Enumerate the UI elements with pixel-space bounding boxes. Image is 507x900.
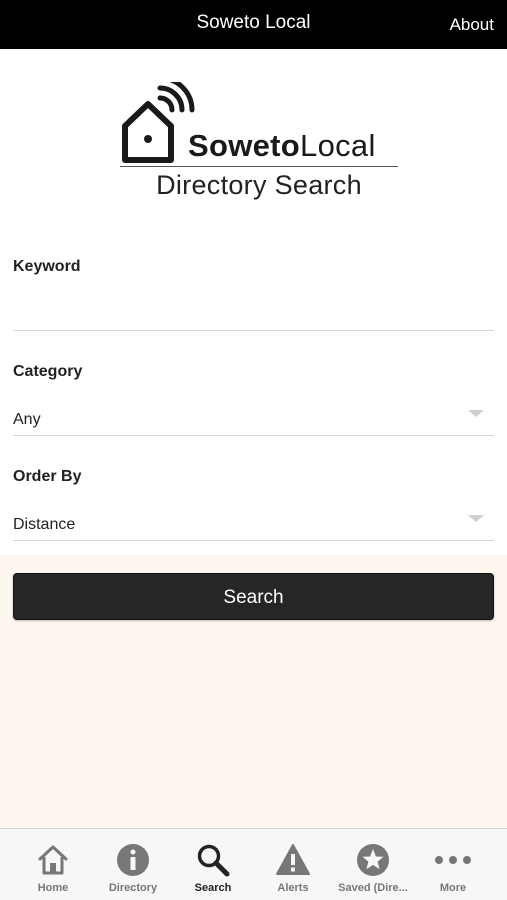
star-icon: [357, 844, 389, 876]
house-wifi-icon: [122, 82, 195, 163]
more-icon: [435, 856, 471, 864]
keyword-field: [13, 293, 494, 331]
logo-subtitle: Directory Search: [156, 170, 362, 200]
tab-alerts[interactable]: Alerts: [253, 829, 333, 900]
chevron-down-icon: [468, 410, 484, 417]
warning-icon: [276, 844, 310, 875]
logo-divider: [120, 166, 398, 167]
tab-search-label: Search: [194, 882, 232, 894]
chevron-down-icon: [468, 515, 484, 522]
keyword-label: Keyword: [13, 258, 81, 275]
tab-saved[interactable]: Saved (Dire...: [333, 829, 413, 900]
category-label: Category: [13, 363, 83, 380]
tab-alerts-label: Alerts: [277, 882, 309, 894]
keyword-input[interactable]: [13, 293, 494, 330]
tab-search[interactable]: Search: [173, 829, 253, 900]
logo-brand-light: Local: [300, 128, 376, 163]
home-icon: [38, 845, 68, 875]
logo-brand-name: SowetoLocal: [188, 128, 376, 164]
tab-more-label: More: [439, 882, 467, 894]
tab-saved-label: Saved (Dire...: [338, 882, 408, 894]
tab-directory[interactable]: Directory: [93, 829, 173, 900]
search-button[interactable]: Search: [13, 573, 494, 620]
order-by-label: Order By: [13, 468, 82, 485]
tab-more[interactable]: More: [413, 829, 493, 900]
tab-directory-label: Directory: [108, 882, 158, 894]
tab-home[interactable]: Home: [13, 829, 93, 900]
bottom-tab-bar: Home Directory Search Alerts Saved (Dire…: [0, 828, 507, 900]
order-by-selected-value: Distance: [13, 516, 76, 533]
top-navigation-bar: Soweto Local About: [0, 0, 507, 49]
search-icon: [197, 844, 230, 877]
info-icon: [117, 844, 149, 876]
category-selected-value: Any: [13, 411, 41, 428]
category-select[interactable]: Any: [13, 400, 494, 436]
tab-home-label: Home: [37, 882, 69, 894]
logo-brand-bold: Soweto: [188, 128, 301, 163]
about-link[interactable]: About: [450, 15, 494, 35]
app-title: Soweto Local: [196, 12, 311, 33]
order-by-select[interactable]: Distance: [13, 505, 494, 541]
soweto-local-logo: SowetoLocal Directory Search: [118, 82, 400, 207]
